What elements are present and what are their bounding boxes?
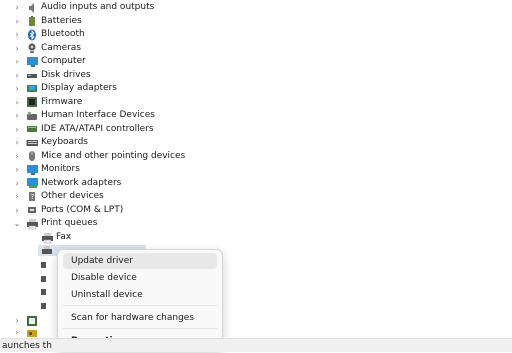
bluetooth-icon (26, 29, 38, 41)
printer-icon (41, 301, 46, 311)
status-bar: aunches th (0, 338, 512, 352)
svg-text:?: ? (31, 193, 35, 201)
uninstall-device-menu-item[interactable]: Uninstall device (63, 287, 217, 303)
camera-icon (26, 42, 38, 54)
printer-icon (41, 274, 46, 284)
tree-item-display-adapters[interactable]: › Display adapters (0, 82, 512, 96)
tree-child-fax[interactable]: Fax (0, 231, 512, 245)
display-adapter-icon (26, 83, 38, 95)
tree-item-label: Fax (56, 232, 72, 242)
hid-icon (26, 110, 38, 122)
chevron-right-icon[interactable]: › (13, 55, 21, 69)
chevron-right-icon[interactable]: › (13, 69, 21, 83)
chevron-down-icon[interactable]: ⌄ (13, 217, 21, 231)
computer-icon (26, 56, 38, 68)
scan-hardware-menu-item[interactable]: Scan for hardware changes (63, 310, 217, 326)
fax-printer-icon (41, 232, 53, 244)
chevron-right-icon[interactable]: › (13, 28, 21, 42)
chevron-right-icon[interactable]: › (13, 190, 21, 204)
chevron-right-icon[interactable]: › (13, 15, 21, 29)
chevron-right-icon[interactable]: › (13, 1, 21, 15)
status-text: aunches th (2, 341, 52, 351)
firmware-icon (26, 96, 38, 108)
chevron-right-icon[interactable]: › (13, 177, 21, 191)
processor-icon (26, 315, 38, 327)
tree-item-label: Keyboards (41, 137, 88, 147)
tree-item-label: Bluetooth (41, 29, 85, 39)
printer-icon (41, 287, 46, 297)
menu-separator (63, 328, 217, 329)
port-icon (26, 204, 38, 216)
tree-item-label: Computer (41, 56, 86, 66)
tree-item-label: Display adapters (41, 83, 117, 93)
tree-item-network-adapters[interactable]: › Network adapters (0, 177, 512, 191)
tree-item-label: Cameras (41, 42, 82, 53)
battery-icon (26, 15, 38, 27)
network-adapter-icon (26, 177, 38, 189)
tree-item-hid[interactable]: › Human Interface Devices (0, 109, 512, 123)
tree-item-audio[interactable]: › Audio inputs and outputs (0, 1, 512, 15)
tree-item-batteries[interactable]: › Batteries (0, 15, 512, 29)
security-device-icon (26, 327, 38, 339)
tree-item-disk-drives[interactable]: › Disk drives (0, 69, 512, 83)
disable-device-menu-item[interactable]: Disable device (63, 270, 217, 286)
printer-icon (41, 260, 46, 270)
tree-item-label: Batteries (41, 15, 82, 26)
tree-item-label: Human Interface Devices (41, 110, 155, 120)
chevron-right-icon[interactable]: › (13, 82, 21, 96)
chevron-right-icon[interactable]: › (13, 163, 21, 177)
chevron-right-icon[interactable]: › (13, 150, 21, 164)
tree-item-label: IDE ATA/ATAPI controllers (41, 123, 154, 134)
printer-icon (41, 245, 53, 256)
speaker-icon (26, 2, 38, 14)
tree-item-print-queues[interactable]: ⌄ Print queues (0, 217, 512, 231)
unknown-device-icon: ? (26, 191, 38, 203)
chevron-right-icon[interactable]: › (13, 123, 21, 137)
tree-item-label: Other devices (41, 191, 104, 201)
chevron-right-icon[interactable]: › (13, 204, 21, 218)
disk-drive-icon (26, 69, 38, 81)
context-menu: Update driver Disable device Uninstall d… (57, 249, 223, 352)
tree-item-cameras[interactable]: › Cameras (0, 42, 512, 56)
tree-item-ports[interactable]: › Ports (COM & LPT) (0, 204, 512, 218)
tree-item-label: Audio inputs and outputs (41, 2, 155, 12)
tree-item-label: Mice and other pointing devices (41, 150, 186, 161)
mouse-icon (26, 150, 38, 162)
tree-item-label: Ports (COM & LPT) (41, 204, 124, 215)
ide-controller-icon (26, 123, 38, 135)
keyboard-icon (26, 137, 38, 149)
monitor-icon (26, 164, 38, 176)
tree-item-label: Disk drives (41, 69, 91, 80)
tree-item-ide-controllers[interactable]: › IDE ATA/ATAPI controllers (0, 123, 512, 137)
tree-item-keyboards[interactable]: › Keyboards (0, 136, 512, 150)
tree-item-monitors[interactable]: › Monitors (0, 163, 512, 177)
tree-item-label: Network adapters (41, 177, 122, 188)
tree-item-bluetooth[interactable]: › Bluetooth (0, 28, 512, 42)
tree-item-computer[interactable]: › Computer (0, 55, 512, 69)
tree-item-label: Firmware (41, 96, 83, 107)
tree-item-other-devices[interactable]: › ? Other devices (0, 190, 512, 204)
menu-separator (63, 305, 217, 306)
tree-item-label: Print queues (41, 218, 98, 228)
chevron-right-icon[interactable]: › (13, 96, 21, 110)
chevron-right-icon[interactable]: › (13, 136, 21, 150)
printer-icon (26, 218, 38, 230)
chevron-right-icon[interactable]: › (13, 109, 21, 123)
update-driver-menu-item[interactable]: Update driver (63, 253, 217, 269)
chevron-right-icon[interactable]: › (13, 42, 21, 56)
tree-item-label: Monitors (41, 164, 80, 174)
tree-item-mice[interactable]: › Mice and other pointing devices (0, 150, 512, 164)
tree-item-firmware[interactable]: › Firmware (0, 96, 512, 110)
